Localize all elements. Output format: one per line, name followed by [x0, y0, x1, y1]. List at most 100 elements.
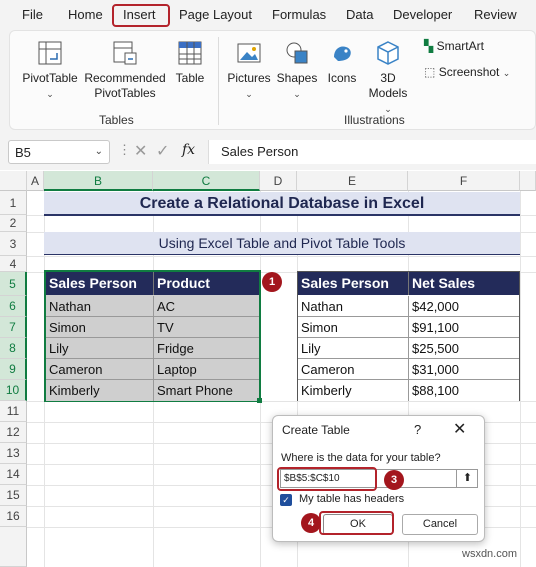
cube-icon	[377, 41, 399, 65]
fill-handle[interactable]	[257, 398, 262, 403]
menu-file[interactable]: File	[22, 7, 43, 22]
3d-models-button[interactable]: 3D Models ⌄	[364, 39, 412, 117]
left-cell[interactable]: Kimberly	[46, 380, 153, 401]
row-header-3[interactable]: 3	[0, 232, 27, 256]
left-cell[interactable]: Cameron	[46, 359, 153, 380]
headers-checkbox-label[interactable]: My table has headers	[299, 493, 404, 505]
chevron-down-icon: ⌄	[46, 89, 54, 99]
row-header-5[interactable]: 5	[0, 272, 27, 296]
table-icon	[178, 41, 202, 65]
pictures-button[interactable]: Pictures ⌄	[224, 39, 274, 102]
right-cell[interactable]: $42,000	[408, 296, 519, 317]
left-cell[interactable]: Lily	[46, 338, 153, 359]
row-header-11[interactable]: 11	[0, 401, 27, 422]
enter-icon[interactable]: ✓	[156, 141, 169, 161]
column-header-f[interactable]: F	[408, 171, 520, 191]
smartart-label: SmartArt	[436, 39, 484, 53]
column-header-a[interactable]: A	[27, 171, 44, 191]
column-header-g[interactable]	[520, 171, 536, 191]
right-cell[interactable]: Nathan	[298, 296, 408, 317]
left-cell[interactable]: Laptop	[153, 359, 259, 380]
help-icon[interactable]: ?	[414, 422, 421, 437]
column-header-e[interactable]: E	[297, 171, 408, 191]
row-header-6[interactable]: 6	[0, 296, 27, 317]
right-header-sales-person[interactable]: Sales Person	[298, 272, 408, 295]
right-cell[interactable]: $88,100	[408, 380, 519, 401]
right-cell[interactable]: Cameron	[298, 359, 408, 380]
left-header-sales-person[interactable]: Sales Person	[46, 272, 153, 295]
right-cell[interactable]: $25,500	[408, 338, 519, 359]
range-picker-icon[interactable]: ⬆	[456, 469, 478, 488]
right-cell[interactable]: Kimberly	[298, 380, 408, 401]
insert-highlight	[112, 4, 170, 27]
row-header-9[interactable]: 9	[0, 359, 27, 380]
column-header-d[interactable]: D	[260, 171, 297, 191]
row-header-12[interactable]: 12	[0, 422, 27, 443]
menu-formulas[interactable]: Formulas	[272, 7, 326, 22]
row-header-7[interactable]: 7	[0, 317, 27, 338]
pivottable-button[interactable]: PivotTable ⌄	[20, 39, 80, 102]
menu-data[interactable]: Data	[346, 7, 373, 22]
recommended-pivottables-button[interactable]: Recommended PivotTables	[82, 39, 168, 101]
right-cell[interactable]: $31,000	[408, 359, 519, 380]
dialog-title: Create Table	[282, 423, 350, 437]
more-icon[interactable]: ⋮	[118, 142, 131, 158]
menu-developer[interactable]: Developer	[393, 7, 452, 22]
row-header-17[interactable]	[0, 527, 27, 567]
models-label-2: Models	[368, 86, 408, 100]
row-header-10[interactable]: 10	[0, 380, 27, 401]
left-cell[interactable]: Simon	[46, 317, 153, 338]
pictures-label: Pictures	[227, 71, 271, 85]
right-cell[interactable]: $91,100	[408, 317, 519, 338]
menu-home[interactable]: Home	[68, 7, 103, 22]
row-header-2[interactable]: 2	[0, 215, 27, 232]
table-button[interactable]: Table	[170, 39, 210, 86]
shapes-icon	[286, 42, 308, 64]
left-header-product[interactable]: Product	[153, 272, 259, 295]
column-header-b[interactable]: B	[44, 171, 153, 191]
menu-page-layout[interactable]: Page Layout	[179, 7, 252, 22]
menu-review[interactable]: Review	[474, 7, 517, 22]
row-header-15[interactable]: 15	[0, 485, 27, 506]
formula-input[interactable]: Sales Person	[208, 140, 536, 164]
left-cell[interactable]: TV	[153, 317, 259, 338]
dialog-question: Where is the data for your table?	[281, 452, 441, 464]
name-box[interactable]: B5 ⌄	[8, 140, 110, 164]
left-cell[interactable]: Nathan	[46, 296, 153, 317]
recommended-label-2: PivotTables	[94, 86, 156, 100]
row-header-16[interactable]: 16	[0, 506, 27, 527]
screenshot-icon: ⬚	[424, 65, 436, 79]
left-cell[interactable]: AC	[153, 296, 259, 317]
pivottable-label: PivotTable	[22, 71, 78, 85]
left-cell[interactable]: Fridge	[153, 338, 259, 359]
close-icon[interactable]: ✕	[453, 419, 466, 439]
column-header-c[interactable]: C	[153, 171, 260, 191]
right-cell[interactable]: Lily	[298, 338, 408, 359]
smartart-button[interactable]: ▚ SmartArt	[424, 39, 524, 54]
row-header-4[interactable]: 4	[0, 256, 27, 272]
cancel-icon[interactable]: ✕	[134, 141, 147, 161]
models-label-1: 3D	[380, 71, 396, 85]
icons-icon	[334, 46, 351, 61]
cancel-button[interactable]: Cancel	[402, 514, 478, 535]
row-header-14[interactable]: 14	[0, 464, 27, 485]
left-cell[interactable]: Smart Phone	[153, 380, 259, 401]
row-header-13[interactable]: 13	[0, 443, 27, 464]
group-label-tables: Tables	[99, 113, 134, 127]
headers-checkbox[interactable]: ✓	[280, 494, 292, 506]
icons-button[interactable]: Icons	[320, 39, 364, 86]
select-all-corner[interactable]	[0, 171, 27, 191]
right-cell[interactable]: Simon	[298, 317, 408, 338]
chevron-down-icon: ⌄	[502, 68, 511, 78]
screenshot-button[interactable]: ⬚ Screenshot ⌄	[424, 65, 530, 81]
smartart-icon: ▚	[424, 39, 434, 53]
step-badge-4: 4	[301, 513, 321, 533]
shapes-button[interactable]: Shapes ⌄	[274, 39, 320, 102]
insert-function-icon[interactable]: fx	[182, 142, 195, 158]
recommended-label-1: Recommended	[84, 71, 166, 85]
row-header-8[interactable]: 8	[0, 338, 27, 359]
chevron-down-icon[interactable]: ⌄	[95, 146, 103, 157]
sheet-subtitle: Using Excel Table and Pivot Table Tools	[44, 232, 520, 255]
row-header-1[interactable]: 1	[0, 191, 27, 215]
right-header-net-sales[interactable]: Net Sales	[408, 272, 519, 295]
